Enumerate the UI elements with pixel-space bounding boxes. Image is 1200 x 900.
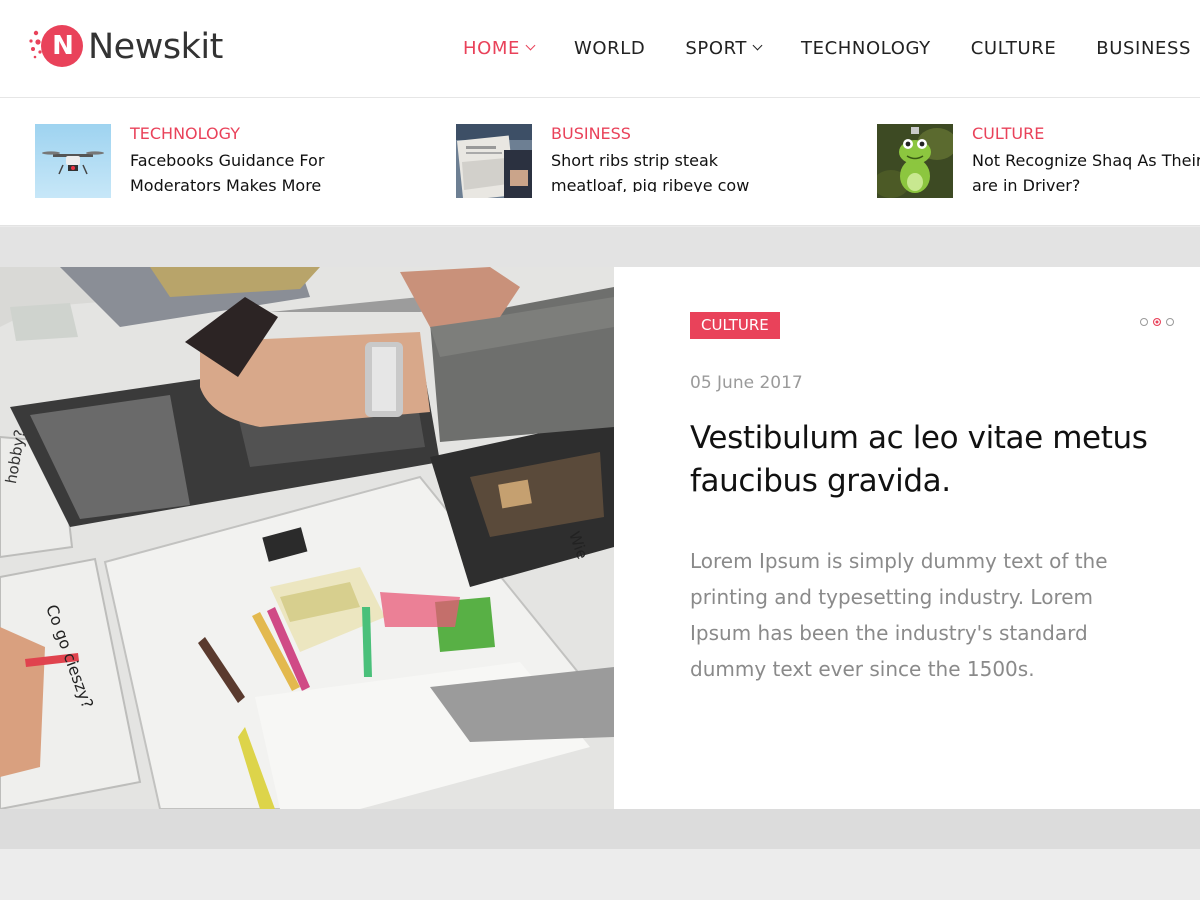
nav-item-home[interactable]: HOME	[463, 37, 536, 59]
slider-dot[interactable]	[1166, 318, 1174, 326]
nav-item-technology[interactable]: TECHNOLOGY	[801, 38, 931, 59]
ticker-title[interactable]: Not Recognize Shaq As Their are in Drive…	[972, 148, 1200, 192]
section-divider	[0, 809, 1200, 849]
section-divider	[0, 227, 1200, 267]
site-header: N Newskit HOME WORLD SPORT TECHNOLOGY CU…	[0, 0, 1200, 98]
news-ticker: TECHNOLOGY Facebooks Guidance For Modera…	[0, 98, 1200, 226]
featured-article-panel: CULTURE 05 June 2017 Vestibulum ac leo v…	[614, 267, 1200, 809]
site-logo[interactable]: N Newskit	[28, 24, 223, 70]
slider-dot-active[interactable]	[1153, 318, 1161, 326]
nav-item-culture[interactable]: CULTURE	[971, 38, 1057, 59]
nav-item-business[interactable]: BUSINESS	[1096, 38, 1191, 59]
logo-letter: N	[52, 31, 74, 61]
nav-label: BUSINESS	[1096, 37, 1192, 59]
slider-dots	[1140, 318, 1174, 326]
article-headline[interactable]: Vestibulum ac leo vitae metus faucibus g…	[690, 417, 1180, 503]
frog-figurine-image[interactable]	[877, 124, 953, 198]
nav-label: CULTURE	[970, 37, 1057, 59]
nav-item-sport[interactable]: SPORT	[685, 37, 763, 59]
slider-dot[interactable]	[1140, 318, 1148, 326]
ticker-category[interactable]: BUSINESS	[551, 124, 631, 143]
ticker-title[interactable]: Facebooks Guidance For Moderators Makes …	[130, 148, 370, 192]
drone-image[interactable]	[35, 124, 111, 198]
newspaper-image[interactable]	[456, 124, 532, 198]
article-date: 05 June 2017	[690, 373, 803, 393]
ticker-category[interactable]: TECHNOLOGY	[130, 124, 240, 143]
nav-label: SPORT	[685, 37, 748, 59]
page-bottom	[0, 849, 1200, 900]
ticker-category[interactable]: CULTURE	[972, 124, 1044, 143]
nav-label: WORLD	[574, 37, 646, 59]
chevron-down-icon	[525, 40, 536, 51]
logo-mark-icon: N	[28, 24, 86, 70]
nav-label: TECHNOLOGY	[801, 37, 931, 59]
main-nav: HOME WORLD SPORT TECHNOLOGY CULTURE BUSI…	[463, 0, 1200, 96]
article-excerpt: Lorem Ipsum is simply dummy text of the …	[690, 549, 1108, 681]
chevron-down-icon	[752, 40, 763, 51]
nav-item-world[interactable]: WORLD	[574, 38, 645, 59]
category-badge[interactable]: CULTURE	[690, 312, 780, 339]
nav-label: HOME	[463, 37, 521, 59]
site-name: Newskit	[88, 27, 223, 67]
magazine-collage-image[interactable]: hobby? Co go cieszy? Wie	[0, 267, 614, 809]
ticker-title[interactable]: Short ribs strip steak meatloaf, pig rib…	[551, 148, 791, 192]
